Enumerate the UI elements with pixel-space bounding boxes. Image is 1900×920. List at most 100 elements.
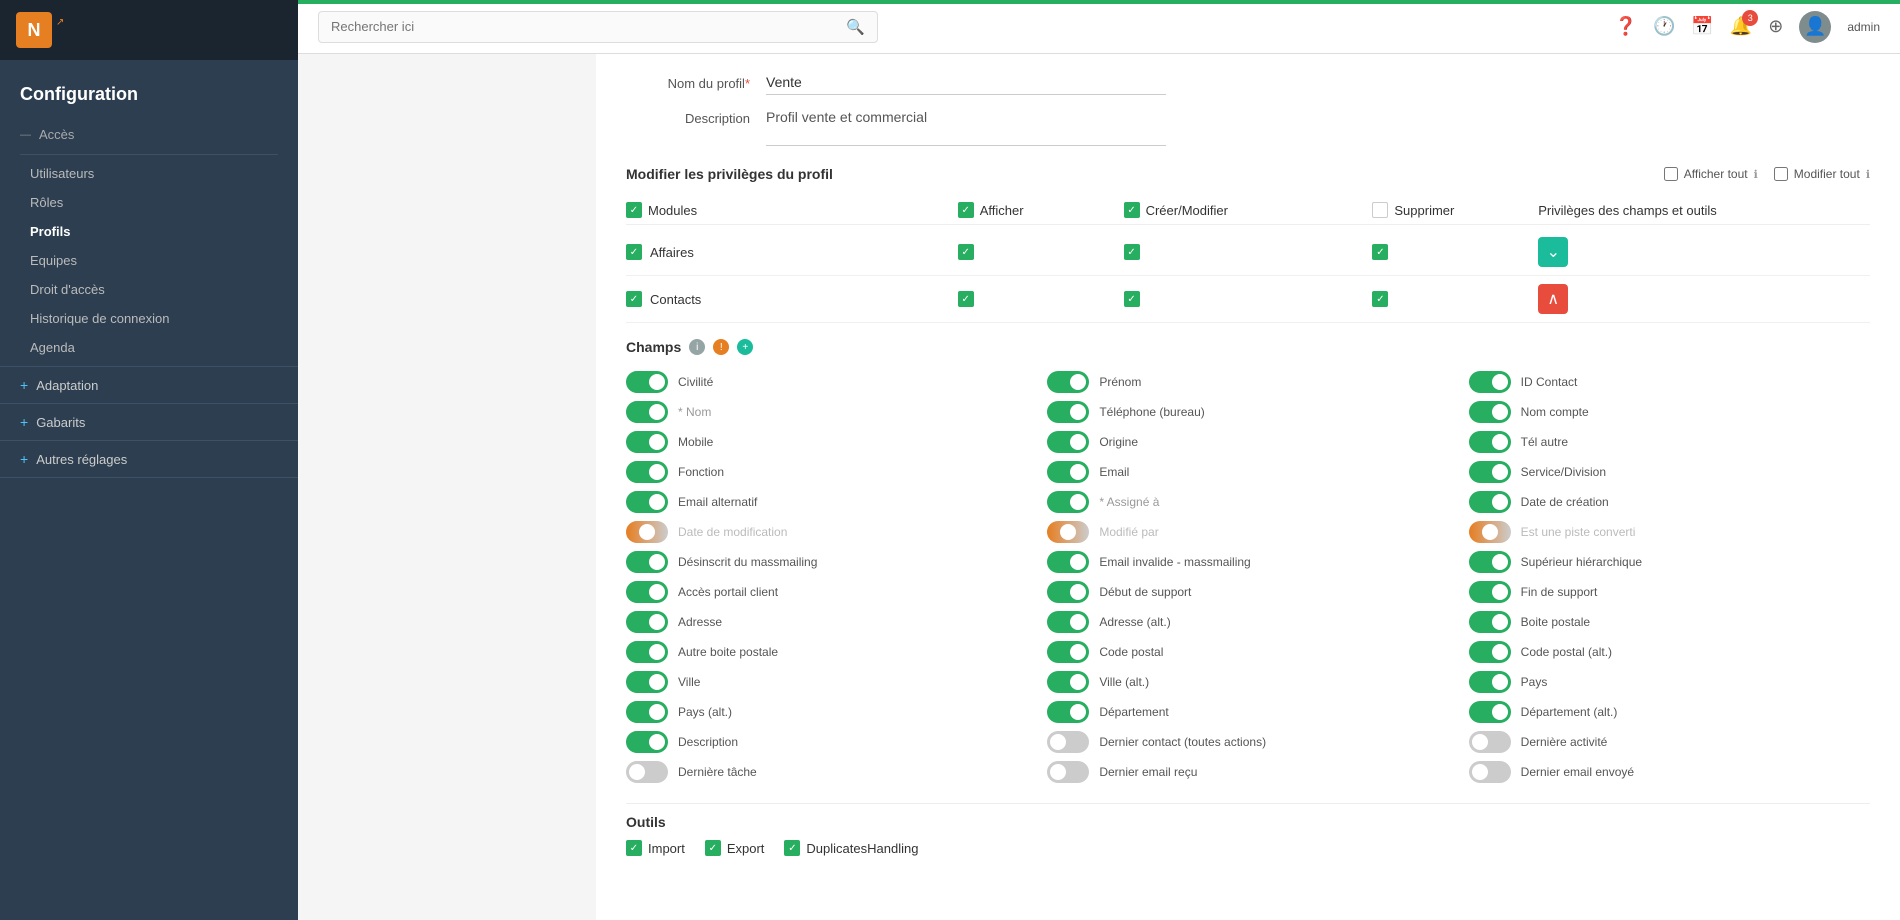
history-icon[interactable]: 🕐 [1653,16,1675,37]
contacts-module-chk[interactable]: ✓ [626,291,642,307]
toggle-switch[interactable] [626,461,668,483]
sidebar-item-equipes[interactable]: Equipes [0,246,298,275]
toggle-switch[interactable] [626,431,668,453]
affaires-afficher-chk[interactable]: ✓ [958,244,974,260]
toggle-switch[interactable] [1469,641,1511,663]
sidebar-group-adaptation[interactable]: + Adaptation [0,369,298,401]
toggle-switch[interactable] [1047,371,1089,393]
sidebar-item-agenda[interactable]: Agenda [0,333,298,362]
toggle-switch[interactable] [1469,461,1511,483]
outils-chk-duplicates[interactable]: ✓ [784,840,800,856]
toggle-switch[interactable] [1469,611,1511,633]
field-row: Modifié par [1047,517,1448,547]
notification-icon[interactable]: 🔔 3 [1730,16,1752,37]
toggle-switch[interactable] [1469,701,1511,723]
toggle-switch[interactable] [1469,371,1511,393]
plus-icon-gabarits: + [20,414,28,430]
toggle-switch[interactable] [626,671,668,693]
sidebar-item-droit-acces[interactable]: Droit d'accès [0,275,298,304]
toggle-switch[interactable] [626,611,668,633]
modifier-tout-label[interactable]: Modifier tout ℹ [1774,167,1870,181]
sidebar-item-historique[interactable]: Historique de connexion [0,304,298,333]
contacts-creer-chk[interactable]: ✓ [1124,291,1140,307]
toggle-switch[interactable] [1469,731,1511,753]
sidebar-group-autres[interactable]: + Autres réglages [0,443,298,475]
toggle-switch[interactable] [1047,431,1089,453]
toggle-switch[interactable] [1469,431,1511,453]
toggle-switch[interactable] [1047,641,1089,663]
toggle-switch[interactable] [626,761,668,783]
field-row: Origine [1047,427,1448,457]
calendar-icon[interactable]: 📅 [1691,16,1713,37]
afficher-checkbox[interactable]: ✓ [958,202,974,218]
field-label: Ville (alt.) [1099,675,1149,689]
contacts-expand-btn[interactable]: ∧ [1538,284,1568,314]
modules-checkbox[interactable]: ✓ [626,202,642,218]
champs-info-badge-2[interactable]: ! [713,339,729,355]
toggle-switch[interactable] [626,731,668,753]
toggle-switch[interactable] [1047,491,1089,513]
notif-badge: 3 [1742,10,1758,26]
field-label: Pays (alt.) [678,705,732,719]
sidebar-item-utilisateurs[interactable]: Utilisateurs [0,159,298,188]
toggle-switch[interactable] [1047,521,1089,543]
afficher-tout-checkbox[interactable] [1664,167,1678,181]
toggle-switch[interactable] [626,401,668,423]
affaires-module-chk[interactable]: ✓ [626,244,642,260]
toggle-switch[interactable] [1469,761,1511,783]
toggle-switch[interactable] [1047,701,1089,723]
help-icon[interactable]: ❓ [1615,16,1637,37]
user-avatar[interactable]: 👤 [1799,11,1831,43]
toggle-switch[interactable] [1047,401,1089,423]
add-icon[interactable]: ⊕ [1768,16,1783,37]
toggle-switch[interactable] [626,371,668,393]
toggle-switch[interactable] [1469,521,1511,543]
plus-icon-autres: + [20,451,28,467]
toggle-switch[interactable] [1047,611,1089,633]
toggle-switch[interactable] [1469,551,1511,573]
sidebar-group-gabarits[interactable]: + Gabarits [0,406,298,438]
outils-chk-export[interactable]: ✓ [705,840,721,856]
sidebar-item-roles[interactable]: Rôles [0,188,298,217]
toggle-switch[interactable] [1047,731,1089,753]
divider-3 [0,440,298,441]
toggle-switch[interactable] [626,701,668,723]
affaires-expand-btn[interactable]: ⌄ [1538,237,1568,267]
toggle-switch[interactable] [1047,761,1089,783]
sidebar-section-acces-header[interactable]: — Accès [0,119,298,150]
toggle-switch[interactable] [1469,581,1511,603]
creer-modifier-checkbox[interactable]: ✓ [1124,202,1140,218]
toggle-switch[interactable] [1047,671,1089,693]
toggle-switch[interactable] [1047,551,1089,573]
champs-info-badge-1[interactable]: i [689,339,705,355]
modifier-tout-checkbox[interactable] [1774,167,1788,181]
affaires-supprimer-chk[interactable]: ✓ [1372,244,1388,260]
fields-col-2: PrénomTéléphone (bureau)OrigineEmail* As… [1047,367,1448,787]
field-label: Pays [1521,675,1548,689]
search-input[interactable] [331,19,838,34]
toggle-switch[interactable] [1469,491,1511,513]
toggle-switch[interactable] [1047,581,1089,603]
champs-info-badge-3[interactable]: + [737,339,753,355]
toggle-switch[interactable] [626,641,668,663]
toggle-switch[interactable] [626,551,668,573]
affaires-creer-chk[interactable]: ✓ [1124,244,1140,260]
search-box[interactable]: 🔍 [318,11,878,43]
supprimer-checkbox[interactable] [1372,202,1388,218]
contacts-afficher-chk[interactable]: ✓ [958,291,974,307]
toggle-switch[interactable] [626,521,668,543]
toggle-switch[interactable] [1469,671,1511,693]
afficher-tout-label[interactable]: Afficher tout ℹ [1664,167,1758,181]
description-value[interactable]: Profil vente et commercial [766,109,1166,146]
outils-chk-import[interactable]: ✓ [626,840,642,856]
sidebar-item-profils[interactable]: Profils [0,217,298,246]
nom-value[interactable]: Vente [766,74,1166,95]
toggle-switch[interactable] [1047,461,1089,483]
user-label[interactable]: admin [1847,20,1880,34]
toggle-switch[interactable] [1469,401,1511,423]
contacts-supprimer-chk[interactable]: ✓ [1372,291,1388,307]
toggle-switch[interactable] [626,581,668,603]
field-row: Ville [626,667,1027,697]
autres-label: Autres réglages [36,452,127,467]
toggle-switch[interactable] [626,491,668,513]
